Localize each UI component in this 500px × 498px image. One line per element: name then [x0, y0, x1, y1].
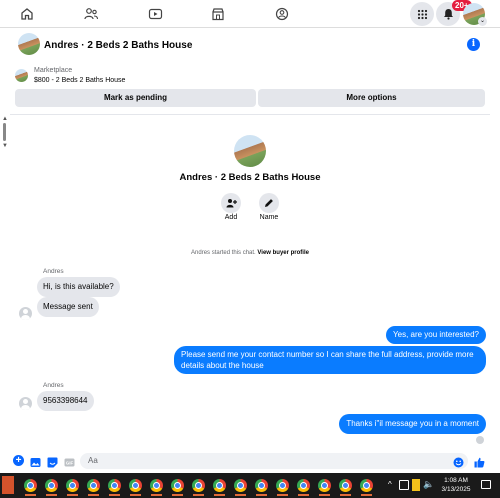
- chrome-icon[interactable]: [127, 477, 144, 496]
- chrome-icon[interactable]: [43, 477, 60, 496]
- incoming-message[interactable]: Message sent: [37, 297, 99, 317]
- incoming-message[interactable]: 9563398644: [37, 391, 94, 411]
- listing-small-thumbnail: [15, 69, 28, 82]
- marketplace-icon[interactable]: [207, 4, 229, 24]
- chrome-icon[interactable]: [211, 477, 228, 496]
- message-composer: + GIF Aa: [0, 450, 500, 472]
- scroll-down-arrow-icon[interactable]: ▼: [2, 143, 8, 149]
- outgoing-message[interactable]: Please send me your contact number so I …: [174, 346, 486, 374]
- chrome-icon[interactable]: [358, 477, 375, 496]
- system-tray-icon[interactable]: [412, 479, 420, 491]
- chrome-icon[interactable]: [64, 477, 81, 496]
- view-buyer-profile-link[interactable]: View buyer profile: [257, 250, 309, 256]
- message-sender: Andres: [43, 382, 64, 389]
- add-friend-button[interactable]: [221, 193, 241, 213]
- divider: [10, 114, 490, 115]
- home-icon[interactable]: [16, 4, 38, 24]
- chrome-icon[interactable]: [22, 477, 39, 496]
- mark-as-pending-button[interactable]: Mark as pending: [15, 89, 256, 107]
- chrome-icon[interactable]: [106, 477, 123, 496]
- photo-icon[interactable]: [30, 455, 41, 467]
- top-navigation: 20+ ⌄: [0, 0, 500, 28]
- thumbs-up-icon[interactable]: [474, 455, 485, 468]
- chrome-icon[interactable]: [148, 477, 165, 496]
- more-options-button[interactable]: More options: [258, 89, 485, 107]
- windows-taskbar: ^ 🔈 1:08 AM 3/13/2025: [0, 473, 500, 498]
- chat-header: Andres · 2 Beds 2 Baths House i: [10, 30, 490, 62]
- chrome-icon[interactable]: [232, 477, 249, 496]
- started-text: Andres started this chat.: [191, 250, 256, 256]
- plus-icon[interactable]: +: [13, 455, 24, 466]
- clock-time: 1:08 AM: [444, 477, 468, 484]
- sticker-icon[interactable]: [47, 455, 58, 468]
- chrome-icon[interactable]: [190, 477, 207, 496]
- gif-icon[interactable]: GIF: [64, 455, 75, 467]
- message-input[interactable]: Aa: [80, 453, 468, 469]
- start-app-icon[interactable]: [2, 476, 14, 494]
- name-label: Name: [259, 214, 279, 221]
- chrome-icon[interactable]: [169, 477, 186, 496]
- profile-title: Andres · 2 Beds 2 Baths House: [179, 172, 321, 183]
- chat-started-notice: Andres started this chat. View buyer pro…: [0, 250, 500, 256]
- clock-date: 3/13/2025: [441, 486, 471, 493]
- profile-photo[interactable]: [234, 135, 266, 167]
- menu-icon[interactable]: [410, 2, 434, 26]
- clock[interactable]: 1:08 AM 3/13/2025: [436, 476, 476, 494]
- chevron-up-icon[interactable]: ^: [388, 480, 392, 489]
- listing-thumbnail[interactable]: [18, 33, 40, 55]
- listing-value: $800 - 2 Beds 2 Baths House: [34, 77, 126, 84]
- chevron-down-icon[interactable]: ⌄: [478, 17, 487, 26]
- outgoing-message[interactable]: Yes, are you interested?: [386, 326, 486, 344]
- chrome-icon[interactable]: [274, 477, 291, 496]
- add-label: Add: [224, 214, 238, 221]
- notification-center-icon[interactable]: [481, 480, 491, 489]
- sender-avatar[interactable]: [19, 397, 32, 410]
- info-icon[interactable]: i: [467, 38, 480, 51]
- friends-icon[interactable]: [80, 4, 102, 24]
- emoji-icon[interactable]: [453, 455, 464, 468]
- outgoing-message[interactable]: Thanks i"il message you in a moment: [339, 414, 486, 434]
- edit-name-button[interactable]: [259, 193, 279, 213]
- chrome-icon[interactable]: [337, 477, 354, 496]
- message-sender: Andres: [43, 268, 64, 275]
- groups-icon[interactable]: [271, 4, 293, 24]
- chrome-icon[interactable]: [85, 477, 102, 496]
- chrome-icon[interactable]: [253, 477, 270, 496]
- incoming-message[interactable]: Hi, is this available?: [37, 277, 120, 297]
- scrollbar[interactable]: ▲ ▼: [0, 115, 9, 445]
- scrollbar-thumb[interactable]: [3, 123, 6, 141]
- seen-indicator: [476, 436, 484, 444]
- chrome-icon[interactable]: [295, 477, 312, 496]
- chat-title[interactable]: Andres · 2 Beds 2 Baths House: [44, 40, 192, 51]
- listing-label: Marketplace: [34, 67, 73, 74]
- system-tray-icon[interactable]: [399, 480, 409, 490]
- chrome-icon[interactable]: [316, 477, 333, 496]
- scroll-up-arrow-icon[interactable]: ▲: [2, 116, 8, 122]
- video-icon[interactable]: [144, 4, 166, 24]
- svg-text:GIF: GIF: [66, 461, 74, 466]
- speaker-icon[interactable]: 🔈: [423, 479, 434, 490]
- sender-avatar[interactable]: [19, 307, 32, 320]
- marketplace-listing[interactable]: Marketplace $800 - 2 Beds 2 Baths House: [15, 66, 485, 88]
